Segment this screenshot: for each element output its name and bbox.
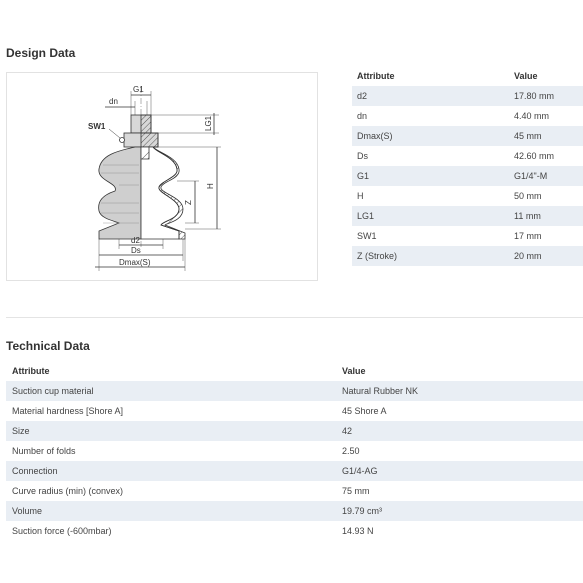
table-row: d2 17.80 mm (352, 86, 583, 106)
value-cell: 14.93 N (342, 526, 374, 536)
table-row: G1 G1/4"-M (352, 166, 583, 186)
dn-label: dn (109, 97, 118, 106)
value-cell: 17 mm (514, 231, 542, 241)
tech-table-header: Attribute Value (6, 361, 583, 381)
suction-cup-diagram: G1 dn SW1 LG1 H Z d2 Ds Dmax(S) (6, 72, 318, 281)
tech-value-header: Value (342, 366, 366, 376)
attribute-cell: Curve radius (min) (convex) (12, 486, 124, 496)
value-cell: 42.60 mm (514, 151, 555, 161)
table-row: SW1 17 mm (352, 226, 583, 246)
bellows-outer (98, 146, 142, 240)
attribute-cell: Size (12, 426, 30, 436)
design-attribute-header: Attribute (357, 71, 395, 81)
attribute-cell: SW1 (357, 231, 377, 241)
attribute-cell: Material hardness [Shore A] (12, 406, 124, 416)
design-table-header: Attribute Value (352, 66, 583, 86)
value-cell: Natural Rubber NK (342, 386, 419, 396)
z-label: Z (184, 200, 193, 205)
attribute-cell: Connection (12, 466, 58, 476)
technical-data-heading: Technical Data (6, 339, 90, 353)
design-value-header: Value (514, 71, 538, 81)
attribute-cell: Z (Stroke) (357, 251, 398, 261)
value-cell: G1/4-AG (342, 466, 378, 476)
table-row: Dmax(S) 45 mm (352, 126, 583, 146)
table-row: H 50 mm (352, 186, 583, 206)
lg1-label: LG1 (204, 115, 213, 131)
attribute-cell: LG1 (357, 211, 375, 221)
table-row: Volume 19.79 cm³ (6, 501, 583, 521)
value-cell: G1/4"-M (514, 171, 548, 181)
attribute-cell: Volume (12, 506, 43, 516)
attribute-cell: Suction force (-600mbar) (12, 526, 112, 536)
technical-data-table: Attribute Value Suction cup material Natu… (6, 361, 583, 541)
dmax-label: Dmax(S) (119, 258, 151, 267)
attribute-cell: Number of folds (12, 446, 76, 456)
value-cell: 19.79 cm³ (342, 506, 383, 516)
value-cell: 45 Shore A (342, 406, 387, 416)
attribute-cell: dn (357, 111, 368, 121)
value-cell: 2.50 (342, 446, 360, 456)
design-data-heading: Design Data (6, 46, 76, 60)
table-row: Size 42 (6, 421, 583, 441)
table-row: Material hardness [Shore A] 45 Shore A (6, 401, 583, 421)
value-cell: 50 mm (514, 191, 542, 201)
table-row: Suction force (-600mbar) 14.93 N (6, 521, 583, 541)
table-row: Connection G1/4-AG (6, 461, 583, 481)
attribute-cell: Ds (357, 151, 368, 161)
section-divider (6, 317, 583, 318)
attribute-cell: Dmax(S) (357, 131, 393, 141)
value-cell: 45 mm (514, 131, 542, 141)
attribute-cell: d2 (357, 91, 368, 101)
ds-label: Ds (131, 246, 141, 255)
value-cell: 42 (342, 426, 353, 436)
d2-label: d2 (131, 236, 140, 245)
table-row: dn 4.40 mm (352, 106, 583, 126)
suction-cup-drawing: G1 dn SW1 LG1 H Z d2 Ds Dmax(S) (88, 85, 221, 271)
table-row: Ds 42.60 mm (352, 146, 583, 166)
table-row: Curve radius (min) (convex) 75 mm (6, 481, 583, 501)
g1-label: G1 (133, 85, 144, 94)
h-label: H (206, 183, 215, 189)
attribute-cell: Suction cup material (12, 386, 94, 396)
table-row: Number of folds 2.50 (6, 441, 583, 461)
tech-attribute-header: Attribute (12, 366, 50, 376)
sw1-label: SW1 (88, 122, 106, 131)
attribute-cell: H (357, 191, 364, 201)
value-cell: 75 mm (342, 486, 370, 496)
table-row: LG1 11 mm (352, 206, 583, 226)
sw1-marker (119, 137, 125, 143)
value-cell: 11 mm (514, 211, 541, 221)
value-cell: 17.80 mm (514, 91, 555, 101)
design-data-table: Attribute Value d2 17.80 mm dn 4.40 mm Dma… (352, 66, 583, 266)
value-cell: 4.40 mm (514, 111, 550, 121)
thread-section-hatch (140, 114, 152, 134)
attribute-cell: G1 (357, 171, 370, 181)
value-cell: 20 mm (514, 251, 542, 261)
table-row: Z (Stroke) 20 mm (352, 246, 583, 266)
table-row: Suction cup material Natural Rubber NK (6, 381, 583, 401)
